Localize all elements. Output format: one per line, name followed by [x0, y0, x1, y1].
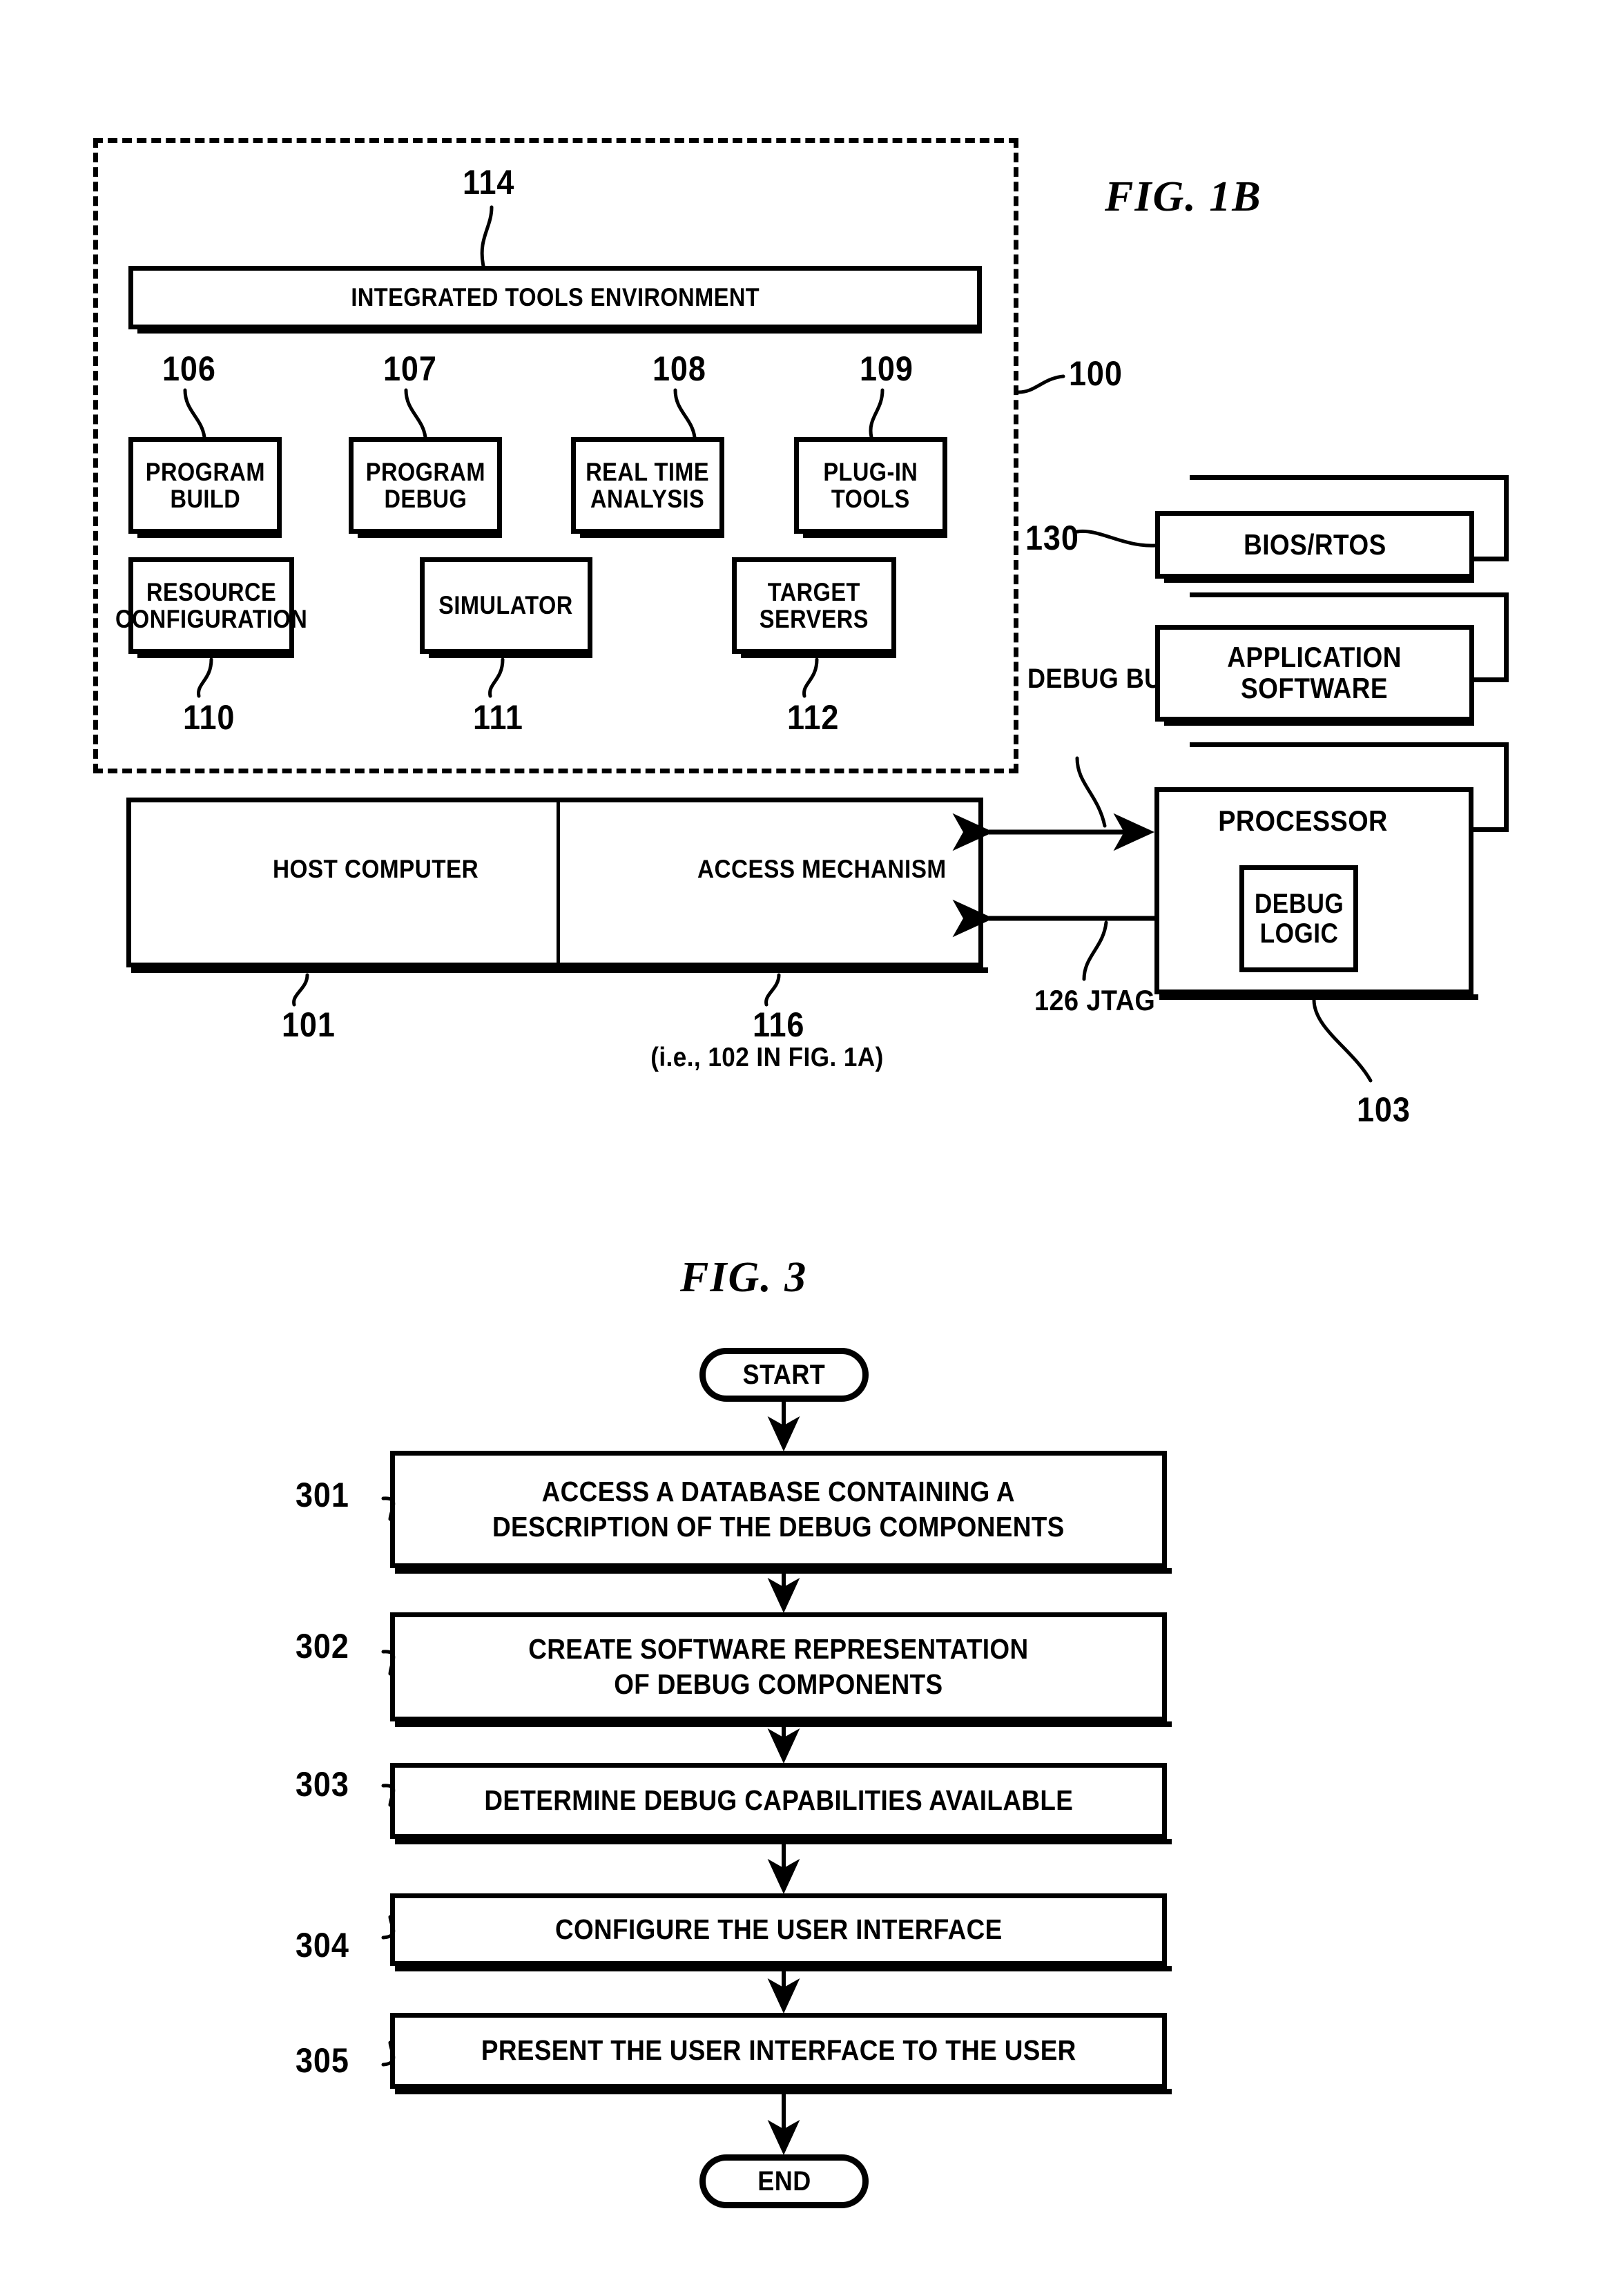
host-access-divider	[557, 802, 560, 963]
bios-rtos-box[interactable]: BIOS/RTOS	[1155, 511, 1474, 583]
flowchart-step-302[interactable]: CREATE SOFTWARE REPRESENTATION OF DEBUG …	[390, 1612, 1167, 1721]
real-time-analysis-box[interactable]: REAL TIME ANALYSIS	[571, 437, 724, 538]
flowchart-step-303-label: DETERMINE DEBUG CAPABILITIES AVAILABLE	[484, 1784, 1073, 1817]
program-build-label: PROGRAM BUILD	[145, 457, 265, 513]
ref-304: 304	[296, 1926, 349, 1965]
ref-107: 107	[383, 349, 437, 388]
target-servers-box[interactable]: TARGET SERVERS	[732, 557, 896, 658]
program-debug-label: PROGRAM DEBUG	[365, 457, 485, 513]
program-build-box[interactable]: PROGRAM BUILD	[128, 437, 282, 538]
flowchart-step-303-shadow	[395, 1839, 1172, 1844]
ref-302: 302	[296, 1627, 349, 1666]
patent-drawing-sheet: FIG. 1B 114 INTEGRATED TOOLS ENVIRONMENT…	[0, 0, 1624, 2278]
flowchart-step-305-label: PRESENT THE USER INTERFACE TO THE USER	[481, 2034, 1076, 2067]
leader-130	[1075, 529, 1157, 548]
jtag-label: 126 JTAG	[1034, 984, 1156, 1016]
leader-126	[1082, 920, 1108, 981]
target-servers-label: TARGET SERVERS	[759, 577, 869, 633]
simulator-label: SIMULATOR	[438, 591, 574, 620]
flowchart-step-302-shadow	[395, 1721, 1172, 1727]
leader-116	[764, 973, 781, 1007]
access-mechanism-note: (i.e., 102 IN FIG. 1A)	[650, 1043, 884, 1072]
access-mechanism-label: ACCESS MECHANISM	[697, 855, 947, 883]
host-system-shadow	[131, 967, 988, 973]
host-computer-label: HOST COMPUTER	[273, 855, 479, 883]
plug-in-tools-label: PLUG-IN TOOLS	[823, 457, 918, 513]
leader-128	[1075, 756, 1107, 828]
debug-bus-label: DEBUG BUS 128	[1027, 664, 1229, 694]
ref-110: 110	[183, 698, 235, 737]
real-time-analysis-label: REAL TIME ANALYSIS	[586, 457, 710, 513]
ref-114: 114	[463, 163, 515, 202]
fig-1b-title: FIG. 1B	[1105, 173, 1262, 220]
ref-109: 109	[860, 349, 914, 388]
application-software-label: APPLICATION SOFTWARE	[1227, 641, 1402, 704]
flowchart-start-terminator[interactable]: START	[699, 1348, 869, 1402]
flowchart-step-301[interactable]: ACCESS A DATABASE CONTAINING A DESCRIPTI…	[390, 1451, 1167, 1568]
ref-116: 116	[753, 1005, 805, 1044]
flowchart-step-303[interactable]: DETERMINE DEBUG CAPABILITIES AVAILABLE	[390, 1763, 1167, 1839]
ref-103: 103	[1357, 1090, 1411, 1129]
flowchart-step-304-label: CONFIGURE THE USER INTERFACE	[554, 1913, 1003, 1945]
resource-configuration-label: RESOURCE CONFIGURATION	[115, 577, 308, 633]
ref-130: 130	[1025, 519, 1079, 557]
debug-logic-box[interactable]: DEBUG LOGIC	[1239, 865, 1358, 972]
integrated-tools-environment-label: INTEGRATED TOOLS ENVIRONMENT	[351, 283, 760, 312]
ref-303: 303	[296, 1765, 349, 1804]
flowchart-step-305[interactable]: PRESENT THE USER INTERFACE TO THE USER	[390, 2013, 1167, 2089]
ref-108: 108	[652, 349, 706, 388]
fig-3-title: FIG. 3	[680, 1254, 808, 1301]
flowchart-step-301-shadow	[395, 1568, 1172, 1574]
leader-100	[1016, 374, 1065, 394]
ref-111: 111	[473, 698, 523, 737]
ref-101: 101	[282, 1005, 336, 1044]
debug-logic-label: DEBUG LOGIC	[1254, 889, 1344, 949]
application-software-box[interactable]: APPLICATION SOFTWARE	[1155, 625, 1474, 726]
ref-112: 112	[787, 698, 840, 737]
integrated-tools-environment-box[interactable]: INTEGRATED TOOLS ENVIRONMENT	[128, 266, 982, 334]
flowchart-end-terminator[interactable]: END	[699, 2154, 869, 2208]
leader-101	[292, 973, 309, 1007]
flowchart-step-302-label: CREATE SOFTWARE REPRESENTATION OF DEBUG …	[528, 1632, 1029, 1700]
flowchart-step-301-label: ACCESS A DATABASE CONTAINING A DESCRIPTI…	[492, 1475, 1065, 1543]
ref-305: 305	[296, 2041, 349, 2080]
flowchart-step-304[interactable]: CONFIGURE THE USER INTERFACE	[390, 1893, 1167, 1966]
ref-301: 301	[296, 1476, 349, 1514]
processor-shadow	[1159, 994, 1478, 1000]
flowchart-step-304-shadow	[395, 1966, 1172, 1971]
processor-label: PROCESSOR	[1218, 804, 1388, 837]
start-label: START	[742, 1359, 826, 1390]
resource-configuration-box[interactable]: RESOURCE CONFIGURATION	[115, 557, 307, 658]
simulator-box[interactable]: SIMULATOR	[420, 557, 592, 658]
plug-in-tools-box[interactable]: PLUG-IN TOOLS	[794, 437, 947, 538]
leader-103	[1312, 998, 1373, 1083]
ref-100: 100	[1069, 354, 1123, 393]
bios-rtos-label: BIOS/RTOS	[1243, 528, 1386, 561]
ref-106: 106	[162, 349, 216, 388]
flowchart-step-305-shadow	[395, 2089, 1172, 2094]
program-debug-box[interactable]: PROGRAM DEBUG	[349, 437, 502, 538]
end-label: END	[757, 2165, 811, 2197]
